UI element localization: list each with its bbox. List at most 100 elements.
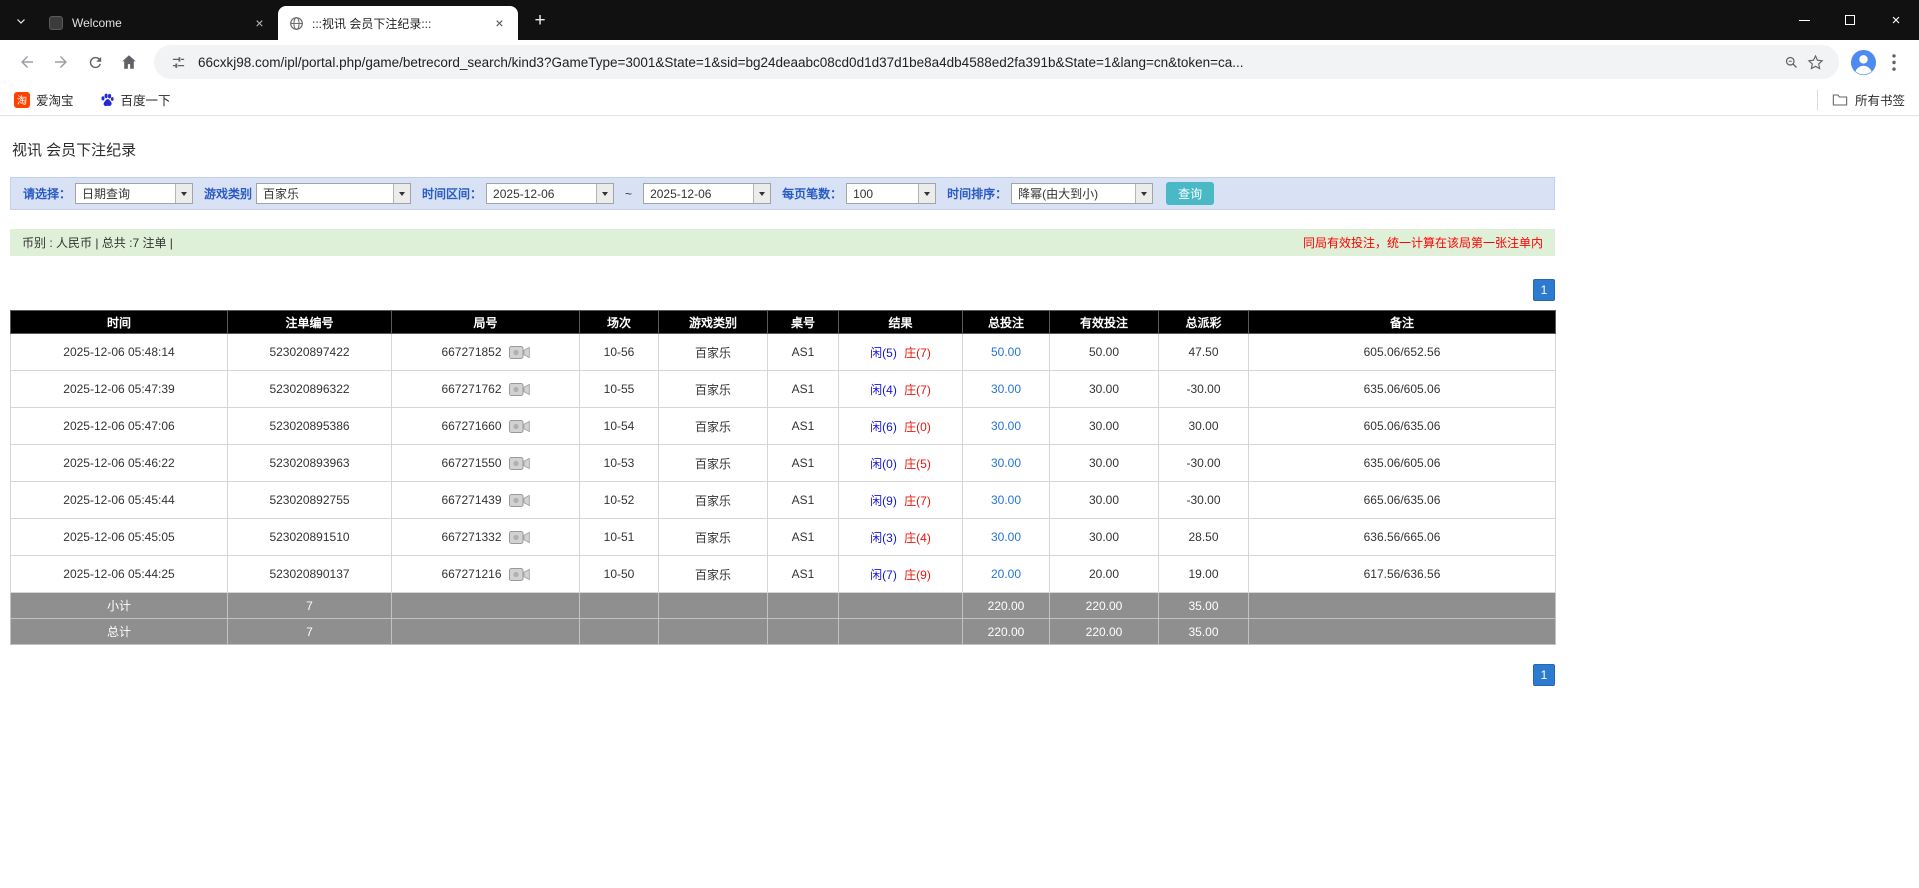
- video-replay-icon[interactable]: [508, 419, 530, 433]
- total-bet-link[interactable]: 20.00: [991, 567, 1021, 581]
- cell-result: 闲(4) 庄(7): [838, 370, 963, 408]
- column-header: 备注: [1248, 310, 1556, 334]
- cell-total-bet: 30.00: [962, 407, 1050, 445]
- cell-empty: [838, 592, 963, 619]
- tab-betrecord[interactable]: :::视讯 会员下注纪录::: ×: [278, 6, 518, 40]
- cell-total-bet: 30.00: [962, 444, 1050, 482]
- plus-icon: +: [534, 10, 546, 31]
- cell-table-number: AS1: [767, 407, 839, 445]
- cell-round: 10-53: [579, 444, 659, 482]
- column-header: 时间: [10, 310, 228, 334]
- cell-empty: [1248, 592, 1556, 619]
- total-bet-link[interactable]: 30.00: [991, 530, 1021, 544]
- cell-game-category: 百家乐: [658, 407, 768, 445]
- all-bookmarks-label: 所有书签: [1854, 94, 1905, 108]
- total-valid-bet: 220.00: [1049, 618, 1159, 645]
- dropdown-arrow-button[interactable]: [1135, 184, 1153, 203]
- cell-game-category: 百家乐: [658, 370, 768, 408]
- total-bet-link[interactable]: 30.00: [991, 382, 1021, 396]
- column-header: 注单编号: [227, 310, 392, 334]
- result-banker: 庄(7): [904, 345, 931, 360]
- cell-table-number: AS1: [767, 444, 839, 482]
- close-icon[interactable]: ×: [251, 15, 268, 32]
- search-button[interactable]: 查询: [1166, 182, 1215, 205]
- total-bet-link[interactable]: 30.00: [991, 493, 1021, 507]
- dropdown-arrow-button[interactable]: [753, 184, 771, 203]
- cell-time: 2025-12-06 05:48:14: [10, 333, 228, 371]
- total-payout: 35.00: [1158, 618, 1249, 645]
- sort-order-combobox[interactable]: 降幂(由大到小): [1011, 183, 1154, 204]
- back-button[interactable]: [10, 45, 44, 79]
- total-bet-link[interactable]: 50.00: [991, 345, 1021, 359]
- dropdown-arrow-button[interactable]: [596, 184, 614, 203]
- window-controls: ×: [1781, 0, 1919, 40]
- tab-welcome[interactable]: Welcome ×: [38, 6, 278, 40]
- video-replay-icon[interactable]: [508, 382, 530, 396]
- maximize-button[interactable]: [1827, 0, 1873, 40]
- result-player: 闲(4): [870, 382, 897, 397]
- date-from-combobox[interactable]: 2025-12-06: [486, 183, 615, 204]
- subtotal-row: 小计 7 220.00 220.00 35.00: [10, 592, 1556, 619]
- game-number-value: 667271439: [441, 493, 502, 507]
- video-replay-icon[interactable]: [508, 530, 530, 544]
- sort-label: 时间排序：: [947, 187, 1008, 201]
- game-number-value: 667271852: [441, 345, 502, 359]
- close-window-button[interactable]: ×: [1873, 0, 1919, 40]
- dropdown-arrow-button[interactable]: [393, 184, 411, 203]
- date-range-label: 时间区间：: [422, 187, 483, 201]
- caret-down-icon: [1141, 191, 1148, 196]
- minimize-button[interactable]: [1781, 0, 1827, 40]
- per-page-combobox[interactable]: 100: [846, 183, 937, 204]
- cell-valid-bet: 30.00: [1049, 481, 1159, 519]
- bookmark-baidu[interactable]: 百度一下: [100, 90, 171, 109]
- date-to-combobox[interactable]: 2025-12-06: [643, 183, 772, 204]
- page-number-button[interactable]: 1: [1533, 279, 1555, 301]
- site-info-icon[interactable]: [166, 50, 190, 74]
- all-bookmarks-button[interactable]: 所有书签: [1816, 89, 1905, 110]
- cell-game-category: 百家乐: [658, 333, 768, 371]
- video-replay-icon[interactable]: [508, 456, 530, 470]
- tab-search-button[interactable]: [8, 8, 34, 34]
- dropdown-arrow-button[interactable]: [918, 184, 936, 203]
- browser-menu-button[interactable]: [1879, 47, 1909, 77]
- cell-total-bet: 30.00: [962, 481, 1050, 519]
- query-type-value: 日期查询: [82, 187, 131, 201]
- result-banker: 庄(0): [904, 419, 931, 434]
- cell-table-number: AS1: [767, 555, 839, 593]
- video-replay-icon[interactable]: [508, 345, 530, 359]
- video-replay-icon[interactable]: [508, 493, 530, 507]
- filter-bar: 请选择： 日期查询 游戏类别 百家乐 时间区间： 2025-12-06 ~ 20: [10, 177, 1555, 210]
- sort-order-value: 降幂(由大到小): [1018, 187, 1099, 201]
- query-type-combobox[interactable]: 日期查询: [75, 183, 194, 204]
- forward-button[interactable]: [44, 45, 78, 79]
- bookmark-aitaobao[interactable]: 淘 爱淘宝: [14, 90, 74, 109]
- close-icon[interactable]: ×: [491, 15, 508, 32]
- cell-bet-number: 523020891510: [227, 518, 392, 556]
- cell-table-number: AS1: [767, 481, 839, 519]
- total-bet-link[interactable]: 30.00: [991, 419, 1021, 433]
- url-text: 66cxkj98.com/ipl/portal.php/game/betreco…: [198, 54, 1244, 70]
- page-number-button[interactable]: 1: [1533, 664, 1555, 686]
- dropdown-arrow-button[interactable]: [175, 184, 193, 203]
- video-replay-icon[interactable]: [508, 567, 530, 581]
- subtotal-count: 7: [227, 592, 392, 619]
- column-header: 结果: [838, 310, 963, 334]
- cell-game-number: 667271439: [391, 481, 580, 519]
- home-button[interactable]: [112, 45, 146, 79]
- tab-title: :::视讯 会员下注纪录:::: [312, 16, 432, 31]
- summary-bar: 币别 : 人民币 | 总共 :7 注单 | 同局有效投注，统一计算在该局第一张注…: [10, 229, 1555, 256]
- url-bar[interactable]: 66cxkj98.com/ipl/portal.php/game/betreco…: [154, 45, 1839, 79]
- avatar-icon: [1850, 49, 1876, 75]
- cell-remark: 635.06/605.06: [1248, 370, 1556, 408]
- result-player: 闲(3): [870, 530, 897, 545]
- globe-icon: [288, 15, 304, 31]
- total-bet-link[interactable]: 30.00: [991, 456, 1021, 470]
- table-row: 2025-12-06 05:44:25 523020890137 6672712…: [10, 555, 1556, 593]
- profile-avatar[interactable]: [1847, 46, 1879, 78]
- new-tab-button[interactable]: +: [526, 7, 554, 35]
- bookmark-star-icon[interactable]: [1803, 50, 1827, 74]
- game-type-combobox[interactable]: 百家乐: [256, 183, 412, 204]
- reload-button[interactable]: [78, 45, 112, 79]
- cell-valid-bet: 30.00: [1049, 518, 1159, 556]
- zoom-icon[interactable]: [1779, 50, 1803, 74]
